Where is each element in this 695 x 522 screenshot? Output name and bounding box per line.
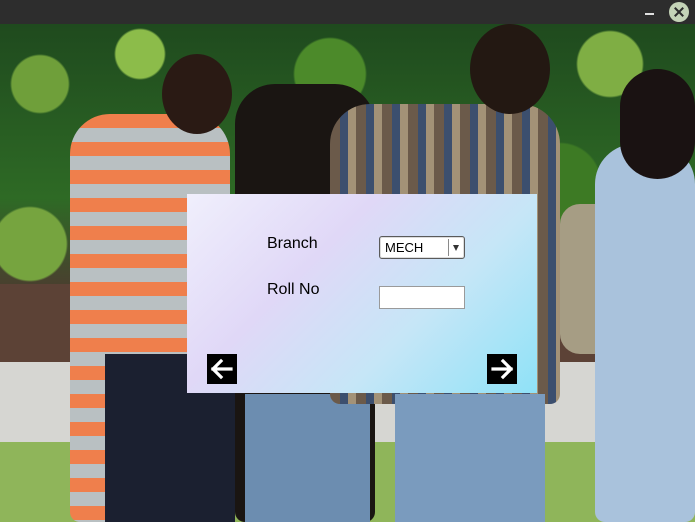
background-person-head	[470, 24, 550, 114]
branch-select-value: MECH	[385, 240, 424, 255]
select-separator	[448, 239, 449, 256]
close-button[interactable]	[669, 2, 689, 22]
roll-no-input[interactable]	[379, 286, 465, 309]
background-person-head	[620, 69, 695, 179]
background-person-head	[162, 54, 232, 134]
next-button[interactable]	[487, 354, 517, 384]
form-dialog: Branch MECH Roll No	[187, 194, 537, 393]
chevron-down-icon[interactable]	[453, 245, 459, 251]
roll-no-label: Roll No	[267, 281, 320, 298]
branch-select[interactable]: MECH	[379, 236, 465, 259]
back-button[interactable]	[207, 354, 237, 384]
background-person	[595, 144, 695, 522]
minimize-button[interactable]	[640, 2, 660, 22]
background-person-legs	[395, 394, 545, 522]
branch-label: Branch	[267, 235, 318, 252]
window-titlebar	[0, 0, 695, 24]
background-person-legs	[245, 394, 370, 522]
arrow-left-icon	[210, 358, 233, 380]
arrow-right-icon	[491, 358, 514, 380]
